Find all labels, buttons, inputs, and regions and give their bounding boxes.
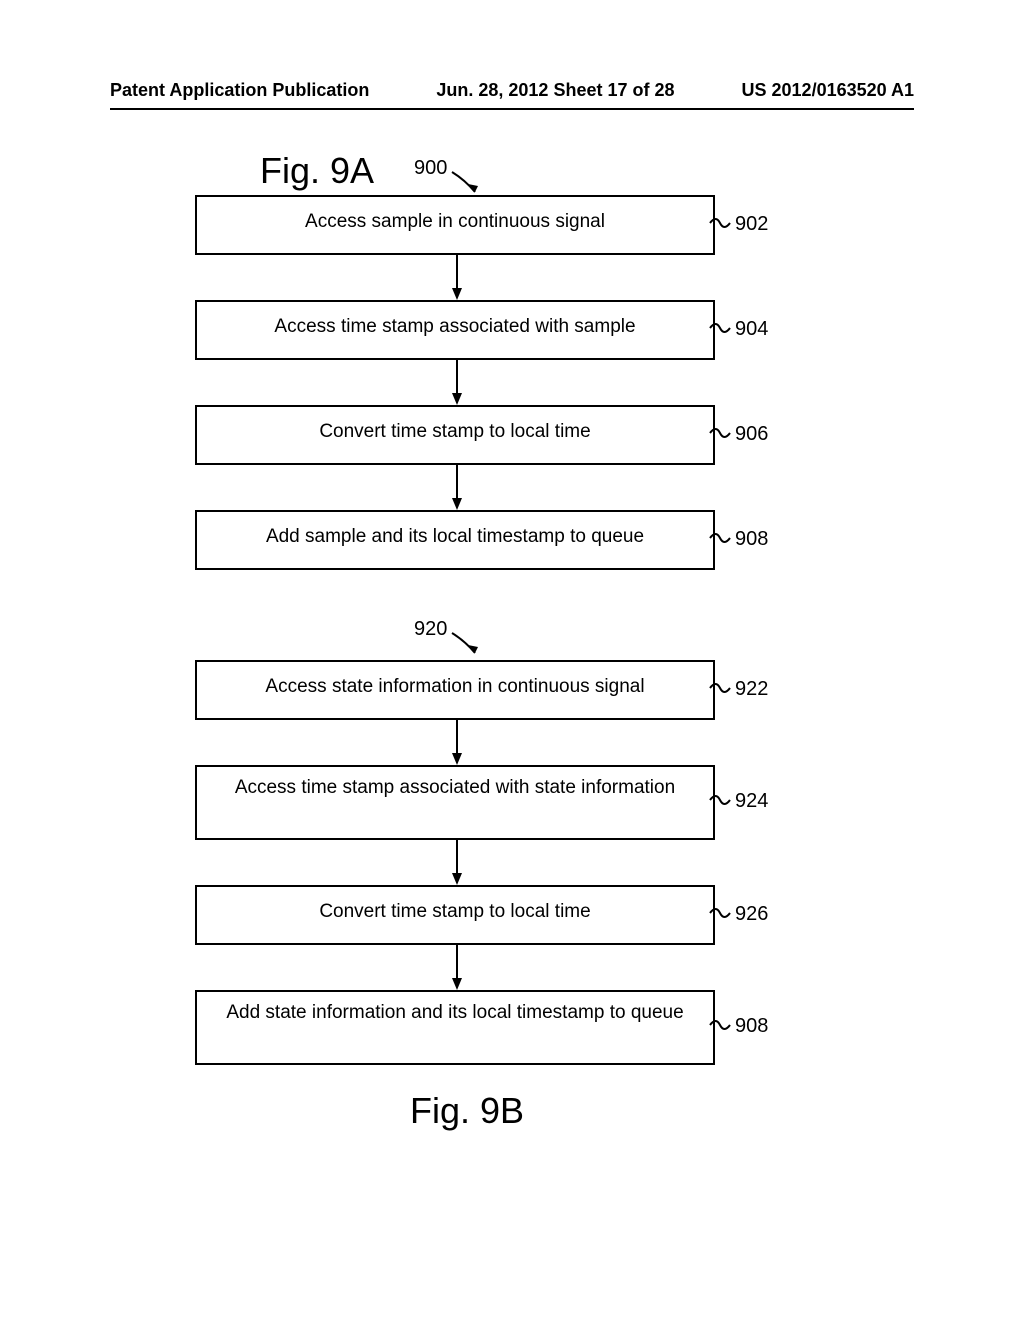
flow-arrow-icon — [451, 465, 463, 510]
step-text: Convert time stamp to local time — [319, 901, 590, 922]
reference-920: 920 — [414, 618, 447, 641]
curve-connector-icon — [708, 676, 733, 700]
reference-label-928: 908 — [735, 1015, 768, 1038]
step-text: Convert time stamp to local time — [319, 421, 590, 442]
header-rule — [110, 108, 914, 110]
flow-arrow-icon — [451, 255, 463, 300]
header-left: Patent Application Publication — [110, 80, 369, 101]
flow-arrow-icon — [451, 945, 463, 990]
flow-arrow-icon — [451, 360, 463, 405]
curve-connector-icon — [708, 788, 733, 812]
header-center: Jun. 28, 2012 Sheet 17 of 28 — [436, 80, 674, 101]
step-text: Add state information and its local time… — [226, 1002, 683, 1023]
reference-label-922: 922 — [735, 678, 768, 701]
page-header: Patent Application Publication Jun. 28, … — [110, 80, 914, 101]
step-text: Access time stamp associated with sample — [274, 316, 635, 337]
curve-connector-icon — [708, 526, 733, 550]
curve-connector-icon — [708, 211, 733, 235]
reference-label-924: 924 — [735, 790, 768, 813]
figure-9a-title: Fig. 9A — [260, 150, 374, 192]
reference-label-902: 902 — [735, 213, 768, 236]
reference-arrow-icon — [450, 631, 490, 661]
reference-label-904: 904 — [735, 318, 768, 341]
step-box-902: Access sample in continuous signal — [195, 195, 715, 255]
step-text: Access time stamp associated with state … — [235, 777, 675, 798]
reference-label-906: 906 — [735, 423, 768, 446]
step-text: Access sample in continuous signal — [305, 211, 605, 232]
curve-connector-icon — [708, 901, 733, 925]
header-right: US 2012/0163520 A1 — [742, 80, 914, 101]
step-box-926: Convert time stamp to local time — [195, 885, 715, 945]
reference-900: 900 — [414, 157, 447, 180]
step-box-928: Add state information and its local time… — [195, 990, 715, 1065]
step-box-904: Access time stamp associated with sample — [195, 300, 715, 360]
figure-9b-title: Fig. 9B — [410, 1090, 524, 1132]
step-box-906: Convert time stamp to local time — [195, 405, 715, 465]
step-text: Add sample and its local timestamp to qu… — [266, 526, 644, 547]
flow-arrow-icon — [451, 840, 463, 885]
curve-connector-icon — [708, 421, 733, 445]
reference-label-926: 926 — [735, 903, 768, 926]
step-box-922: Access state information in continuous s… — [195, 660, 715, 720]
reference-label-908: 908 — [735, 528, 768, 551]
step-box-908: Add sample and its local timestamp to qu… — [195, 510, 715, 570]
step-box-924: Access time stamp associated with state … — [195, 765, 715, 840]
curve-connector-icon — [708, 316, 733, 340]
curve-connector-icon — [708, 1013, 733, 1037]
flow-arrow-icon — [451, 720, 463, 765]
step-text: Access state information in continuous s… — [265, 676, 644, 697]
